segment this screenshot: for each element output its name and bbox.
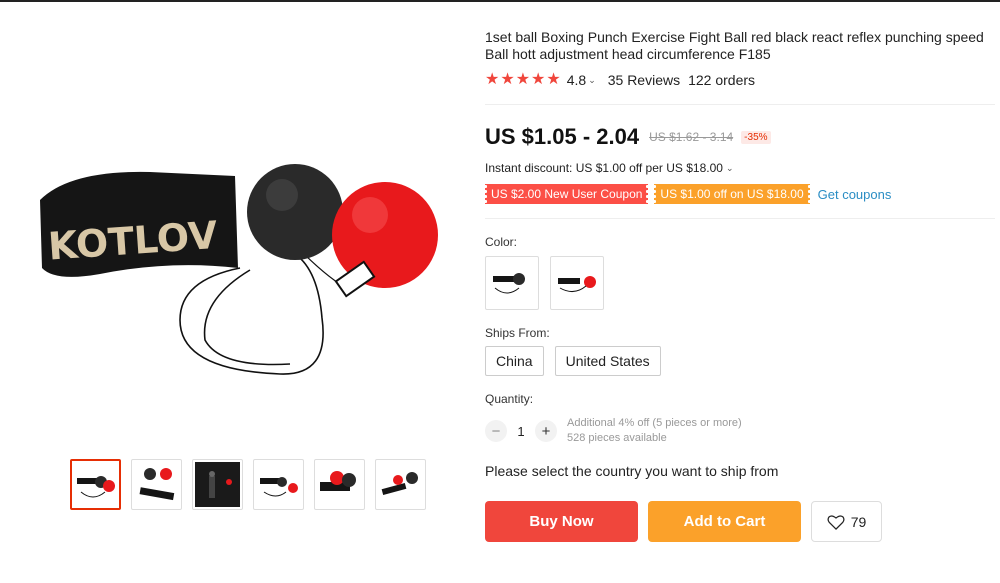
action-buttons: Buy Now Add to Cart 79 — [485, 501, 882, 542]
color-options — [485, 256, 604, 310]
wishlist-button[interactable]: 79 — [811, 501, 882, 542]
quantity-info: Additional 4% off (5 pieces or more) 528… — [567, 416, 742, 446]
thumbnail-strip — [70, 459, 426, 510]
star-icon: ★ — [500, 71, 515, 88]
store-coupon[interactable]: US $1.00 off on US $18.00 — [653, 184, 811, 204]
thumbnail-5[interactable] — [314, 459, 365, 510]
chevron-down-icon[interactable]: ⌄ — [588, 75, 596, 86]
product-title: 1set ball Boxing Punch Exercise Fight Ba… — [485, 29, 984, 62]
color-option-2[interactable] — [550, 256, 604, 310]
quantity-input[interactable]: 1 — [507, 424, 535, 439]
thumbnail-6[interactable] — [375, 459, 426, 510]
star-icon: ★ — [515, 71, 531, 88]
rating-value[interactable]: 4.8 — [567, 72, 586, 88]
original-price: US $1.62 - 3.14 — [649, 130, 734, 144]
main-product-image[interactable]: KOTLOV — [30, 150, 450, 390]
thumbnail-1[interactable] — [70, 459, 121, 510]
ships-from-united-states[interactable]: United States — [554, 346, 661, 376]
color-option-1[interactable] — [485, 256, 539, 310]
bulk-discount-text: Additional 4% off (5 pieces or more) — [567, 417, 742, 429]
get-coupons-link[interactable]: Get coupons — [818, 187, 892, 202]
available-stock-text: 528 pieces available — [567, 432, 667, 444]
thumbnail-2[interactable] — [131, 459, 182, 510]
star-icon: ★ — [485, 71, 500, 88]
price-row: US $1.05 - 2.04 US $1.62 - 3.14 -35% — [485, 124, 771, 150]
quantity-label: Quantity: — [485, 392, 534, 406]
instant-discount[interactable]: Instant discount: US $1.00 off per US $1… — [485, 161, 745, 175]
orders-count: 122 orders — [688, 72, 756, 88]
coupon-row: US $2.00 New User Coupon US $1.00 off on… — [483, 184, 892, 204]
buy-now-button[interactable]: Buy Now — [485, 501, 638, 542]
new-user-coupon[interactable]: US $2.00 New User Coupon — [483, 184, 650, 204]
wishlist-count: 79 — [850, 513, 867, 530]
ships-from-label: Ships From: — [485, 326, 550, 340]
shipping-note: Please select the country you want to sh… — [485, 463, 779, 479]
top-border — [0, 0, 1000, 2]
ships-from-options: China United States — [485, 346, 661, 376]
reviews-link[interactable]: 35 Reviews — [608, 72, 680, 88]
thumbnail-3[interactable] — [192, 459, 243, 510]
thumbnail-4[interactable] — [253, 459, 304, 510]
quantity-increase-button[interactable]: + — [535, 420, 557, 442]
heart-icon — [827, 514, 845, 530]
ships-from-china[interactable]: China — [485, 346, 544, 376]
star-rating: ★ ★ ★ ★ ★ — [485, 72, 561, 88]
divider — [485, 104, 995, 105]
star-icon: ★ — [546, 71, 561, 88]
discount-badge: -35% — [741, 130, 771, 144]
star-icon: ★ — [531, 71, 546, 88]
current-price: US $1.05 - 2.04 — [485, 124, 640, 149]
divider — [485, 218, 995, 219]
chevron-down-icon: ⌄ — [725, 162, 734, 173]
color-label: Color: — [485, 235, 518, 249]
instant-discount-text: Instant discount: US $1.00 off per US $1… — [485, 161, 723, 175]
add-to-cart-button[interactable]: Add to Cart — [648, 501, 801, 542]
quantity-stepper: − 1 + Additional 4% off (5 pieces or mor… — [485, 416, 742, 446]
rating-row: ★ ★ ★ ★ ★ 4.8 ⌄ 35 Reviews 122 orders — [485, 72, 756, 89]
quantity-decrease-button[interactable]: − — [485, 420, 507, 442]
